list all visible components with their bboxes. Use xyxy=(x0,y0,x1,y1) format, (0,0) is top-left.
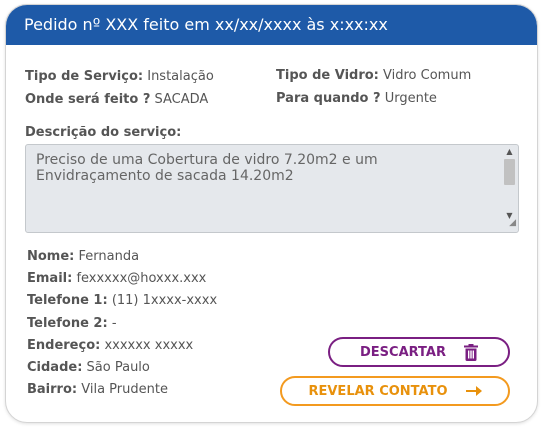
contact-city-value: São Paulo xyxy=(86,360,150,375)
reveal-contact-button[interactable]: REVELAR CONTATO xyxy=(280,376,510,406)
contact-email-value: fexxxxx@hoxxx.xxx xyxy=(76,271,207,286)
contact-email-label: Email: xyxy=(27,271,73,286)
service-type-row: Tipo de Serviço: Instalação xyxy=(25,69,214,84)
contact-name: Nome: Fernanda xyxy=(27,249,139,264)
order-card: Pedido nº XXX feito em xx/xx/xxxx às x:x… xyxy=(5,4,538,423)
location-value: SACADA xyxy=(154,92,209,107)
contact-name-value: Fernanda xyxy=(78,249,140,264)
contact-city-label: Cidade: xyxy=(27,360,83,375)
location-row: Onde será feito ? SACADA xyxy=(25,92,208,107)
contact-address-value: xxxxxx xxxxx xyxy=(104,338,194,353)
glass-type-row: Tipo de Vidro: Vidro Comum xyxy=(276,68,471,83)
contact-phone1-value: (11) 1xxxx-xxxx xyxy=(111,293,218,308)
description-label: Descrição do serviço: xyxy=(25,125,182,140)
contact-phone2: Telefone 2: - xyxy=(27,316,117,331)
contact-phone2-value: - xyxy=(111,316,117,331)
contact-district-value: Vila Prudente xyxy=(81,382,168,397)
order-title: Pedido nº XXX feito em xx/xx/xxxx às x:x… xyxy=(24,15,388,34)
contact-city: Cidade: São Paulo xyxy=(27,360,150,375)
scroll-thumb[interactable] xyxy=(504,159,515,185)
glass-type-value: Vidro Comum xyxy=(383,68,472,83)
location-label: Onde será feito ? xyxy=(25,92,151,107)
discard-button[interactable]: DESCARTAR xyxy=(328,337,510,367)
contact-phone2-label: Telefone 2: xyxy=(27,316,108,331)
contact-name-label: Nome: xyxy=(27,249,75,264)
contact-address-label: Endereço: xyxy=(27,338,101,353)
order-header: Pedido nº XXX feito em xx/xx/xxxx às x:x… xyxy=(6,5,537,45)
description-textarea[interactable]: Preciso de uma Cobertura de vidro 7.20m2… xyxy=(25,144,519,233)
service-type-label: Tipo de Serviço: xyxy=(25,69,144,84)
contact-district-label: Bairro: xyxy=(27,382,78,397)
urgency-row: Para quando ? Urgente xyxy=(276,91,437,106)
contact-phone1-label: Telefone 1: xyxy=(27,293,108,308)
contact-email: Email: fexxxxx@hoxxx.xxx xyxy=(27,271,206,286)
contact-address: Endereço: xxxxxx xxxxx xyxy=(27,338,193,353)
urgency-label: Para quando ? xyxy=(276,91,381,106)
scroll-up-icon[interactable]: ▲ xyxy=(503,147,516,157)
contact-phone1: Telefone 1: (11) 1xxxx-xxxx xyxy=(27,293,217,308)
reveal-contact-button-label: REVELAR CONTATO xyxy=(308,383,448,399)
discard-button-label: DESCARTAR xyxy=(360,344,446,360)
contact-district: Bairro: Vila Prudente xyxy=(27,382,168,397)
glass-type-label: Tipo de Vidro: xyxy=(276,68,379,83)
trash-icon xyxy=(464,343,478,361)
description-text: Preciso de uma Cobertura de vidro 7.20m2… xyxy=(36,152,378,184)
resize-handle-icon[interactable]: ◢ xyxy=(509,215,516,231)
service-type-value: Instalação xyxy=(147,69,214,84)
urgency-value: Urgente xyxy=(384,91,437,106)
description-scrollbar[interactable]: ▲ ▼ xyxy=(503,147,516,220)
arrow-right-icon xyxy=(465,386,482,396)
